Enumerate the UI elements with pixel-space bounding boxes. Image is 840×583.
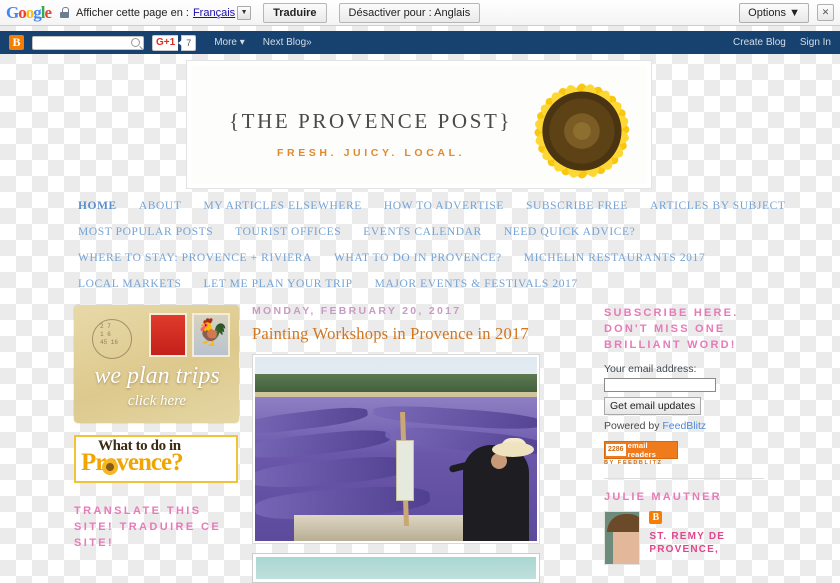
chevron-down-icon[interactable]: ▼ xyxy=(237,5,252,20)
nav-item-major-events-festivals[interactable]: MAJOR EVENTS & FESTIVALS 2017 xyxy=(375,278,578,290)
we-plan-trips-ad[interactable]: 2 71 6 45 16 🐓 we plan trips click here xyxy=(74,305,239,423)
nav-item-articles-by-subject[interactable]: ARTICLES BY SUBJECT xyxy=(650,200,786,212)
author-heading: JULIE MAUTNER xyxy=(604,491,722,503)
blogger-navbar: B G+1 7 More ▾ Next Blog» Create Blog Si… xyxy=(0,31,840,54)
nav-item-michelin-restaurants[interactable]: MICHELIN RESTAURANTS 2017 xyxy=(524,252,705,264)
sign-in-link[interactable]: Sign In xyxy=(800,37,831,48)
email-label: Your email address: xyxy=(604,363,697,375)
gplus-count[interactable]: 7 xyxy=(178,34,197,51)
banner-title: {THE PROVENCE POST} xyxy=(229,109,513,133)
translate-options-button[interactable]: Options ▼ xyxy=(739,2,809,23)
translate-site-heading: TRANSLATE THIS SITE! TRADUIRE CE SITE! xyxy=(74,505,222,549)
nav-item-most-popular-posts[interactable]: MOST POPULAR POSTS xyxy=(78,226,213,238)
gplus-widget[interactable]: G+1 7 xyxy=(152,34,197,51)
feedblitz-badge-sub: BY FEEDBLITZ xyxy=(604,460,663,466)
nav-item-events-calendar[interactable]: EVENTS CALENDAR xyxy=(363,226,482,238)
postage-stamp-icon xyxy=(149,313,187,357)
powered-by: Powered by FeedBlitz xyxy=(604,420,766,432)
nav-item-where-to-stay[interactable]: WHERE TO STAY: PROVENCE + RIVIERA xyxy=(78,252,312,264)
postmark-text: 2 71 6 45 16 xyxy=(100,323,119,346)
feedblitz-reader-count: 2286 xyxy=(606,444,626,456)
nav-item-subscribe-free[interactable]: SUBSCRIBE FREE xyxy=(526,200,628,212)
subscribe-heading: SUBSCRIBE HERE. DON'T MISS ONE BRILLIANT… xyxy=(604,307,739,351)
banner-subtitle: FRESH. JUICY. LOCAL. xyxy=(277,147,466,159)
nav-row-4: LOCAL MARKETS LET ME PLAN YOUR TRIP MAJO… xyxy=(78,278,764,304)
we-plan-trips-line1: we plan trips xyxy=(94,363,220,389)
what-to-do-in-provence-ad[interactable]: What to do in Provence? xyxy=(74,435,238,483)
post-title[interactable]: Painting Workshops in Provence in 2017 xyxy=(252,324,547,344)
translate-language-select[interactable]: Français xyxy=(193,7,235,19)
post-secondary-image[interactable] xyxy=(252,553,540,583)
blogger-logo-icon[interactable]: B xyxy=(9,35,24,50)
disable-translate-button[interactable]: Désactiver pour : Anglais xyxy=(338,2,481,23)
avatar xyxy=(604,511,641,565)
feedblitz-badge[interactable]: 2286 email readers xyxy=(604,441,678,459)
rooster-icon: 🐓 xyxy=(196,317,229,347)
nav-item-how-to-advertise[interactable]: HOW TO ADVERTISE xyxy=(384,200,504,212)
search-input[interactable] xyxy=(36,36,131,49)
search-icon xyxy=(131,38,140,47)
nav-item-what-to-do-in-provence[interactable]: WHAT TO DO IN PROVENCE? xyxy=(334,252,502,264)
we-plan-trips-line2: click here xyxy=(127,393,187,409)
blog-header-banner[interactable]: {THE PROVENCE POST} FRESH. JUICY. LOCAL. xyxy=(186,60,652,189)
post-image[interactable] xyxy=(252,354,540,544)
translate-prompt: Afficher cette page en : xyxy=(76,6,189,19)
nav-row-3: WHERE TO STAY: PROVENCE + RIVIERA WHAT T… xyxy=(78,252,764,278)
google-translate-bar: Google Afficher cette page en : Français… xyxy=(0,0,840,26)
next-blog-link[interactable]: Next Blog» xyxy=(263,37,312,48)
gplus-button[interactable]: G+1 xyxy=(152,34,179,51)
sunflower-icon xyxy=(102,459,118,475)
nav-item-my-articles-elsewhere[interactable]: MY ARTICLES ELSEWHERE xyxy=(203,200,361,212)
sidebar-divider xyxy=(604,478,764,479)
what-to-do-line2: Provence? xyxy=(81,449,184,476)
get-email-updates-button[interactable]: Get email updates xyxy=(604,397,702,415)
email-field-wrap[interactable] xyxy=(604,378,716,396)
lock-icon xyxy=(60,7,70,18)
more-menu[interactable]: More ▾ xyxy=(214,37,245,48)
google-logo: Google xyxy=(6,2,52,22)
feedblitz-link[interactable]: FeedBlitz xyxy=(662,420,706,432)
nav-item-home[interactable]: HOME xyxy=(78,200,117,212)
powered-by-prefix: Powered by xyxy=(604,420,663,432)
blogger-profile-icon[interactable]: B xyxy=(649,511,663,524)
nav-row-1: HOME ABOUT MY ARTICLES ELSEWHERE HOW TO … xyxy=(78,200,785,226)
left-sidebar: 2 71 6 45 16 🐓 we plan trips click here W… xyxy=(74,305,246,551)
translate-button[interactable]: Traduire xyxy=(263,2,327,23)
feedblitz-badge-text: email readers xyxy=(627,441,657,459)
nav-item-about[interactable]: ABOUT xyxy=(139,200,182,212)
nav-item-need-quick-advice[interactable]: NEED QUICK ADVICE? xyxy=(504,226,636,238)
post-date: MONDAY, FEBRUARY 20, 2017 xyxy=(252,305,462,317)
create-blog-link[interactable]: Create Blog xyxy=(733,37,786,48)
blog-search-box[interactable] xyxy=(32,35,144,50)
nav-item-local-markets[interactable]: LOCAL MARKETS xyxy=(78,278,182,290)
nav-item-let-me-plan-your-trip[interactable]: LET ME PLAN YOUR TRIP xyxy=(204,278,353,290)
main-content: MONDAY, FEBRUARY 20, 2017 Painting Works… xyxy=(252,305,547,583)
close-icon[interactable]: ✕ xyxy=(817,4,834,21)
author-location: ST. REMY DE PROVENCE, xyxy=(649,531,726,555)
email-field[interactable] xyxy=(605,383,715,396)
nav-item-tourist-offices[interactable]: TOURIST OFFICES xyxy=(235,226,341,238)
nav-row-2: MOST POPULAR POSTS TOURIST OFFICES EVENT… xyxy=(78,226,764,252)
right-sidebar: SUBSCRIBE HERE. DON'T MISS ONE BRILLIANT… xyxy=(604,305,766,565)
